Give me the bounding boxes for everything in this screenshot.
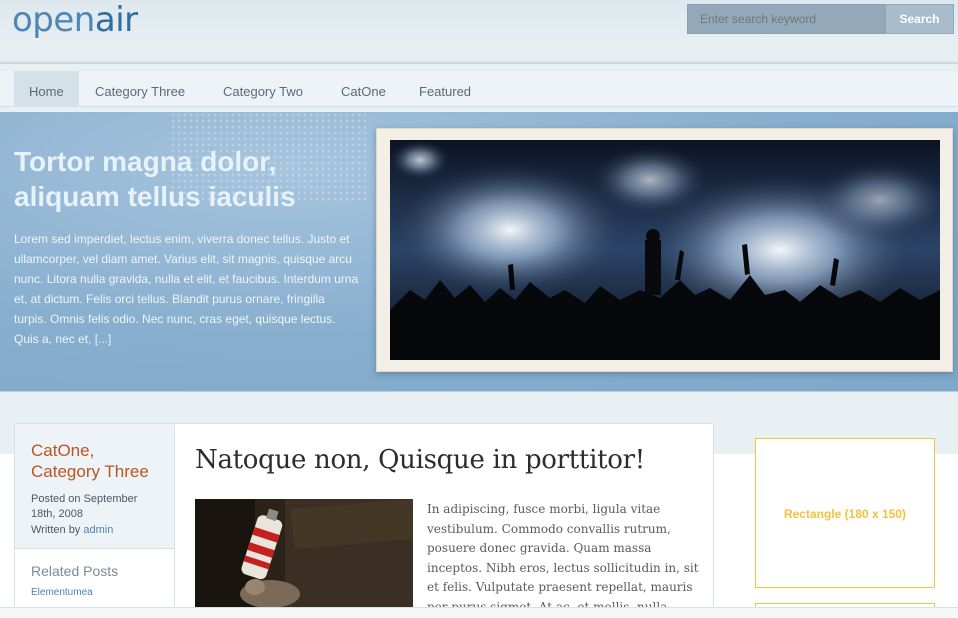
- hero-excerpt: Lorem sed imperdiet, lectus enim, viverr…: [14, 232, 359, 346]
- nav-item-home[interactable]: Home: [14, 71, 79, 107]
- post-categories[interactable]: CatOne, Category Three: [31, 440, 149, 482]
- post-thumbnail[interactable]: [195, 499, 413, 618]
- nav-item-category-three[interactable]: Category Three: [80, 71, 200, 107]
- search-button[interactable]: Search: [885, 4, 954, 34]
- concert-image[interactable]: [390, 140, 940, 360]
- author-link[interactable]: admin: [83, 524, 113, 536]
- bottom-scrollbar-area: [0, 607, 958, 618]
- nav-item-category-two[interactable]: Category Two: [208, 71, 318, 107]
- nav-item-featured[interactable]: Featured: [404, 71, 486, 107]
- category-link-category-three[interactable]: Category Three: [31, 461, 149, 482]
- written-by-label: Written by: [31, 524, 81, 536]
- featured-hero: Tortor magna dolor, aliquam tellus iacul…: [0, 112, 958, 392]
- hero-image-frame: [376, 128, 953, 372]
- post-author-line: Written by admin: [31, 524, 113, 536]
- post-excerpt: In adipiscing, fusce morbi, ligula vitae…: [427, 502, 699, 614]
- logo-text-air: air: [94, 0, 138, 40]
- post-date: Posted on September 18th, 2008: [31, 493, 138, 520]
- hero-title-line2: aliquam tellus iaculis: [14, 181, 296, 212]
- nav-item-catone[interactable]: CatOne: [326, 71, 401, 107]
- concert-illustration: [390, 140, 940, 360]
- ad-rectangle[interactable]: Rectangle (180 x 150): [755, 438, 935, 588]
- post-article: Natoque non, Quisque in porttitor! In ad…: [175, 423, 714, 618]
- site-header: openair Search: [0, 0, 958, 62]
- hero-title-line1: Tortor magna dolor,: [14, 146, 277, 177]
- related-posts-title: Related Posts: [31, 563, 119, 579]
- search-input[interactable]: [687, 4, 885, 34]
- logo-text-open: open: [12, 0, 95, 40]
- main-nav: Home Category Three Category Two CatOne …: [0, 62, 958, 112]
- category-link-catone[interactable]: CatOne,: [31, 440, 149, 461]
- post-title[interactable]: Natoque non, Quisque in porttitor!: [195, 445, 645, 475]
- related-post-link[interactable]: Elementumea: [31, 587, 93, 598]
- post-meta: CatOne, Category Three Posted on Septemb…: [14, 423, 175, 549]
- thumbnail-illustration: [195, 499, 413, 618]
- hero-title[interactable]: Tortor magna dolor, aliquam tellus iacul…: [14, 144, 354, 214]
- site-logo[interactable]: openair: [12, 0, 138, 40]
- ad-label: Rectangle (180 x 150): [783, 507, 907, 521]
